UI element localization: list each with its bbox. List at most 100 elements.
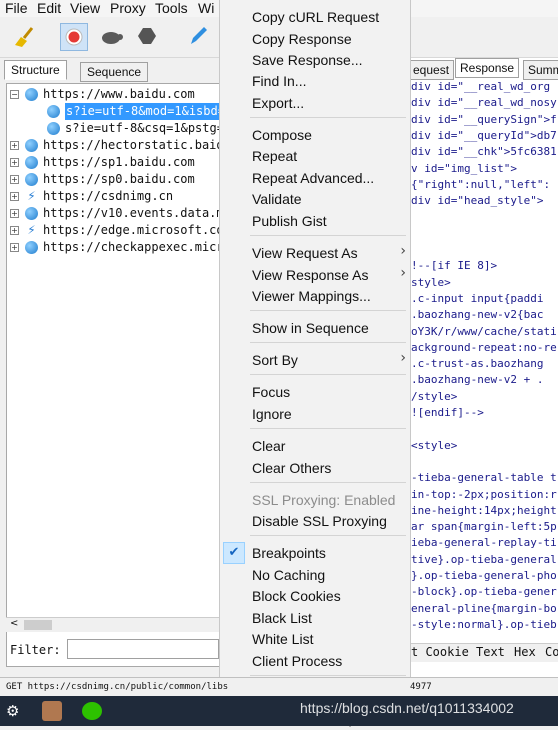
code-line: div id="__queryId">db7 [411, 128, 557, 142]
menu-item-publish-gist[interactable]: Publish Gist [252, 212, 327, 230]
tree-host-row[interactable]: + https://sp1.baidu.com [7, 154, 221, 171]
code-line: .c-input input{paddi [411, 291, 544, 305]
tree-host-row[interactable]: + https://sp0.baidu.com [7, 171, 221, 188]
tree-row-label: https://checkappexec.micr [43, 240, 224, 254]
tree-row-label: https://v10.events.data.m [43, 206, 224, 220]
menu-item-disable-ssl-proxying[interactable]: Disable SSL Proxying [252, 512, 387, 530]
menu-item-viewer-mappings[interactable]: Viewer Mappings... [252, 287, 371, 305]
code-line: ar span{margin-left:5p [411, 520, 557, 534]
response-pane: equest Response Summa div id="__real_wd_… [408, 58, 558, 678]
expand-icon[interactable]: + [10, 226, 19, 235]
menu-item-focus[interactable]: Focus [252, 383, 290, 401]
code-line: .baozhang-new-v2 + . [411, 373, 544, 387]
menu-proxy[interactable]: Proxy [110, 0, 146, 17]
tree-row-label: s?ie=utf-8&mod=1&isbd= [65, 103, 226, 120]
menu-item-repeat-advanced[interactable]: Repeat Advanced... [252, 169, 374, 187]
menu-item-sort-by[interactable]: Sort By [252, 351, 298, 369]
tab-request[interactable]: equest [408, 60, 455, 80]
code-line: eneral-pline{margin-bo [411, 601, 557, 615]
horizontal-scrollbar[interactable]: < [6, 617, 220, 632]
tree-row-label: https://csdnimg.cn [43, 189, 174, 203]
tab-summary[interactable]: Summa [523, 60, 558, 80]
globe-icon [25, 173, 38, 186]
tree-host-row[interactable]: + ⚡ https://edge.microsoft.co [7, 222, 224, 239]
tab-structure[interactable]: Structure [4, 60, 67, 80]
menu-item-find-in[interactable]: Find In... [252, 72, 306, 90]
tree-child-row[interactable]: s?ie=utf-8&mod=1&isbd= [7, 103, 226, 120]
stop-hexagon-icon[interactable] [134, 23, 160, 49]
menu-file[interactable]: File [5, 0, 28, 17]
tree-host-row[interactable]: − https://www.baidu.com [7, 86, 221, 103]
menu-window[interactable]: Wi [198, 0, 214, 17]
request-tree: − https://www.baidu.com s?ie=utf-8&mod=1&i… [6, 83, 226, 667]
app-avatar-icon[interactable] [42, 701, 62, 721]
menu-item-clear-others[interactable]: Clear Others [252, 459, 331, 477]
code-line: ieba-general-replay-ti [411, 536, 557, 550]
tab-sequence[interactable]: Sequence [80, 62, 149, 82]
code-line: }.op-tieba-general-pho [411, 569, 557, 582]
menu-item-client-process[interactable]: Client Process [252, 652, 342, 670]
tree-child-row[interactable]: s?ie=utf-8&csq=1&pstg= [7, 120, 224, 137]
tree-row-label: s?ie=utf-8&csq=1&pstg= [65, 121, 224, 135]
menu-item-copy-response[interactable]: Copy Response [252, 30, 352, 48]
menu-item-export[interactable]: Export... [252, 94, 304, 112]
menu-item-repeat[interactable]: Repeat [252, 147, 297, 165]
tab-hex[interactable]: Hex [514, 645, 536, 659]
tab-set-cookie[interactable]: t Cookie [411, 645, 469, 659]
menu-item-no-caching[interactable]: No Caching [252, 566, 325, 584]
tree-host-row[interactable]: + https://v10.events.data.m [7, 205, 224, 222]
bolt-icon: ⚡ [27, 189, 36, 203]
tree-host-row[interactable]: + https://hectorstatic.baid [7, 137, 224, 154]
scroll-left-icon[interactable]: < [10, 618, 18, 629]
collapse-icon[interactable]: − [10, 90, 19, 99]
submenu-arrow-icon: › [400, 265, 406, 281]
menu-item-view-request-as[interactable]: View Request As [252, 244, 358, 262]
menu-edit[interactable]: Edit [37, 0, 61, 17]
expand-icon[interactable]: + [10, 175, 19, 184]
tree-row-label: https://hectorstatic.baid [43, 138, 224, 152]
tab-response[interactable]: Response [455, 58, 520, 78]
expand-icon[interactable]: + [10, 209, 19, 218]
settings-gear-icon[interactable]: ⚙ [6, 702, 19, 720]
menu-item-save-response[interactable]: Save Response... [252, 51, 363, 69]
filter-input[interactable] [67, 639, 219, 659]
record-button[interactable] [60, 23, 88, 51]
tree-row-label: https://www.baidu.com [43, 87, 195, 101]
code-line: tive}.op-tieba-general [411, 552, 557, 566]
menu-tools[interactable]: Tools [155, 0, 188, 17]
tree-host-row[interactable]: + https://checkappexec.micr [7, 239, 224, 256]
status-bar: GET https://csdnimg.cn/public/common/lib… [0, 677, 558, 696]
tab-text[interactable]: Text [476, 645, 505, 659]
menu-item-compose[interactable]: Compose [252, 126, 312, 144]
globe-icon [47, 105, 60, 118]
expand-icon[interactable]: + [10, 243, 19, 252]
menu-item-copy-curl-request[interactable]: Copy cURL Request [252, 8, 379, 26]
menu-item-white-list[interactable]: White List [252, 630, 313, 648]
throttle-turtle-icon[interactable] [98, 23, 124, 49]
broom-icon[interactable] [10, 23, 36, 49]
compose-pen-icon[interactable] [185, 23, 211, 49]
expand-icon[interactable]: + [10, 141, 19, 150]
menu-item-view-response-as[interactable]: View Response As [252, 266, 368, 284]
code-line: oY3K/r/www/cache/stati [411, 324, 557, 338]
menu-item-validate[interactable]: Validate [252, 190, 302, 208]
menu-item-black-list[interactable]: Black List [252, 609, 312, 627]
menu-item-block-cookies[interactable]: Block Cookies [252, 587, 341, 605]
menu-separator [250, 342, 406, 343]
code-line: ackground-repeat:no-re [411, 340, 557, 354]
wechat-icon[interactable] [82, 702, 102, 720]
tab-compressed[interactable]: Co [545, 645, 558, 659]
expand-icon[interactable]: + [10, 192, 19, 201]
scrollbar-thumb[interactable] [24, 620, 52, 630]
response-source: div id="__real_wd_org div id="__real_wd_n… [410, 80, 558, 638]
tree-host-row[interactable]: + ⚡ https://csdnimg.cn [7, 188, 221, 205]
menu-separator [250, 675, 406, 676]
expand-icon[interactable]: + [10, 158, 19, 167]
menu-view[interactable]: View [70, 0, 100, 17]
watermark-text: https://blog.csdn.net/q1011334002 [300, 700, 514, 716]
tree-row-label: https://sp0.baidu.com [43, 172, 195, 186]
menu-item-ignore[interactable]: Ignore [252, 405, 292, 423]
menu-item-clear[interactable]: Clear [252, 437, 285, 455]
menu-item-breakpoints[interactable]: Breakpoints [252, 544, 326, 562]
menu-item-show-in-sequence[interactable]: Show in Sequence [252, 319, 369, 337]
